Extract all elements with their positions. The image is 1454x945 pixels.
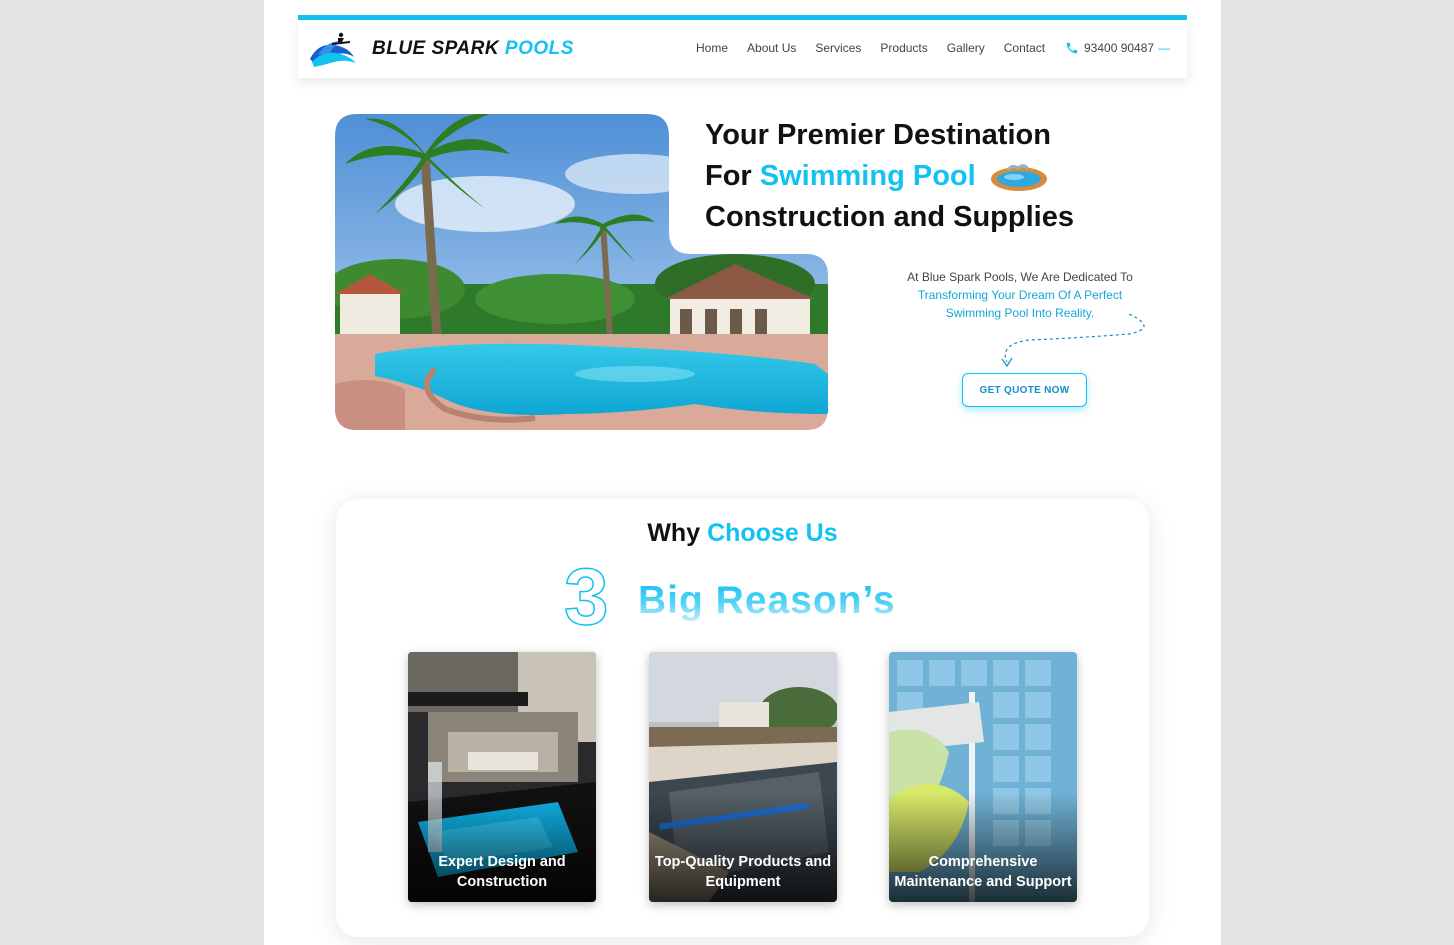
nav-products[interactable]: Products <box>880 41 927 55</box>
why-title: Why Choose Us <box>336 519 1149 548</box>
reason-card-design[interactable]: Expert Design and Construction <box>408 652 596 902</box>
wave-logo-icon[interactable] <box>308 29 358 69</box>
why-title-plain: Why <box>647 519 701 547</box>
brand-name-part1: BLUE SPARK <box>372 38 500 59</box>
hero-title-line3: Construction and Supplies <box>705 201 1074 233</box>
pool-icon <box>990 164 1047 192</box>
phone-icon <box>1066 42 1078 54</box>
main-nav: Home About Us Services Products Gallery … <box>696 41 1064 55</box>
nav-gallery[interactable]: Gallery <box>947 41 985 55</box>
site-header: BLUE SPARK POOLS Home About Us Services … <box>298 20 1187 78</box>
nav-services[interactable]: Services <box>815 41 861 55</box>
reasons-heading: Big Reason’s <box>638 579 896 622</box>
reason-card-products[interactable]: Top-Quality Products and Equipment <box>649 652 837 902</box>
reason-title-design: Expert Design and Construction <box>438 854 566 890</box>
brand-name[interactable]: BLUE SPARK POOLS <box>372 38 574 60</box>
nav-home[interactable]: Home <box>696 41 728 55</box>
hero-title: Your Premier Destination For Swimming Po… <box>705 115 1074 238</box>
phone-link[interactable]: 93400 90487 — <box>1065 41 1170 55</box>
reason-card-maintenance[interactable]: Comprehensive Maintenance and Support <box>889 652 1077 902</box>
reason-title-maintenance: Comprehensive Maintenance and Support <box>894 854 1072 890</box>
nav-about-us[interactable]: About Us <box>747 41 796 55</box>
hero-title-highlight: Swimming Pool <box>759 160 976 192</box>
hero-description-plain: At Blue Spark Pools, We Are Dedicated To <box>907 270 1133 284</box>
brand-name-part2: POOLS <box>504 38 574 59</box>
hero-title-line2: For Swimming Pool <box>705 156 1074 197</box>
why-title-highlight: Choose Us <box>707 519 838 547</box>
hero-title-line1: Your Premier Destination <box>705 119 1051 151</box>
why-choose-us-section: Why Choose Us 3 Big Reason’s Expert Desi… <box>336 499 1149 937</box>
nav-contact[interactable]: Contact <box>1004 41 1045 55</box>
reason-title-products: Top-Quality Products and Equipment <box>654 854 832 890</box>
phone-dash: — <box>1158 41 1171 55</box>
get-quote-button[interactable]: GET QUOTE NOW <box>962 373 1087 407</box>
phone-number: 93400 90487 <box>1084 41 1155 55</box>
page: BLUE SPARK POOLS Home About Us Services … <box>264 0 1221 945</box>
reasons-count: 3 <box>563 552 609 641</box>
hero-title-for: For <box>705 160 752 192</box>
dashed-arrow-icon <box>1001 314 1145 368</box>
